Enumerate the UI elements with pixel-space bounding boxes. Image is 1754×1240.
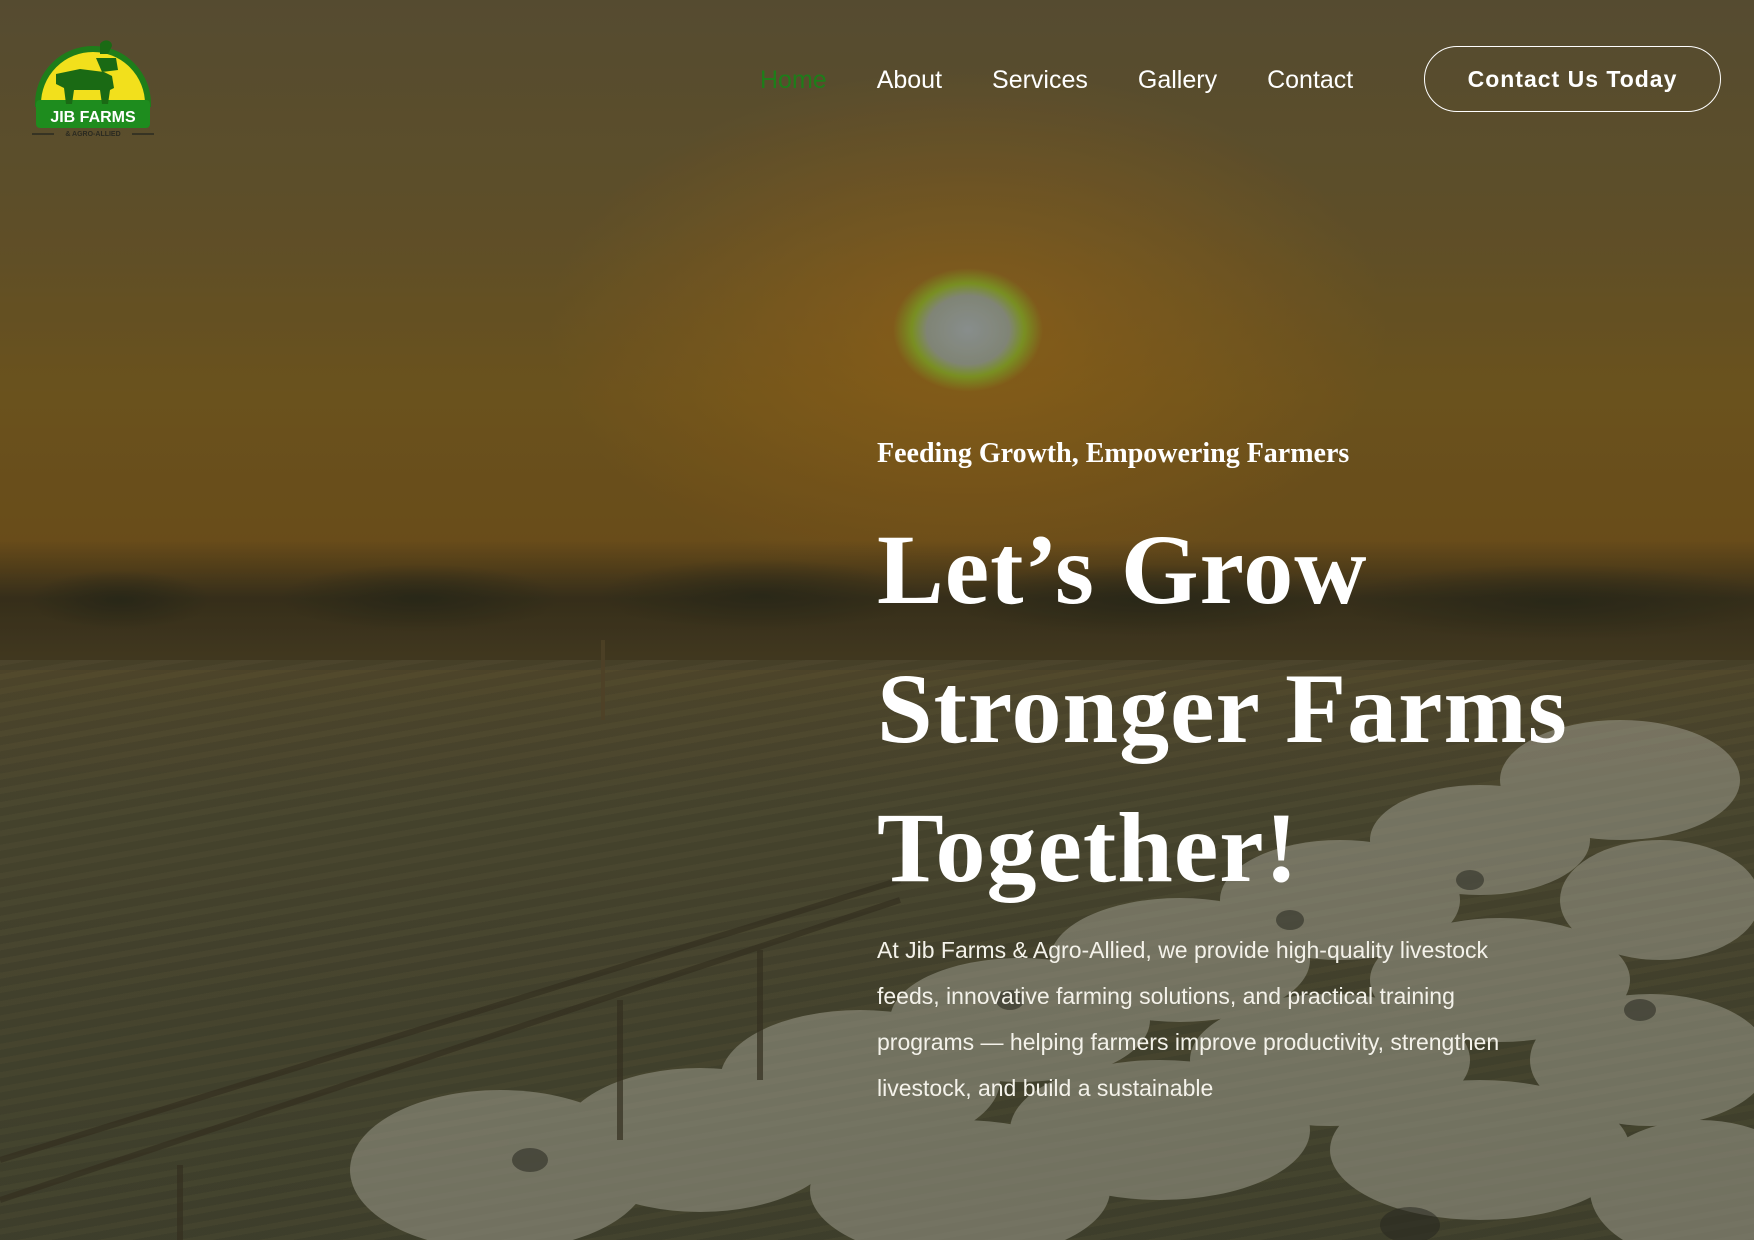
headline-line: Together! <box>877 792 1299 903</box>
hero-description: At Jib Farms & Agro-Allied, we provide h… <box>877 927 1577 1111</box>
nav-link-gallery[interactable]: Gallery <box>1138 62 1217 98</box>
nav-link-contact[interactable]: Contact <box>1267 62 1353 98</box>
description-line: livestock, and build a sustainable <box>877 1075 1214 1101</box>
description-line: feeds, innovative farming solutions, and… <box>877 983 1455 1009</box>
hero-headline: Let’s Grow Stronger Farms Together! <box>877 500 1637 917</box>
nav-link-home[interactable]: Home <box>760 62 827 98</box>
headline-line: Stronger Farms <box>877 653 1568 764</box>
logo-subtitle-text: & AGRO-ALLIED <box>65 131 120 138</box>
nav-link-services[interactable]: Services <box>992 62 1088 98</box>
headline-line: Let’s Grow <box>877 514 1368 625</box>
main-nav: Home About Services Gallery Contact <box>760 62 1353 98</box>
contact-us-today-button[interactable]: Contact Us Today <box>1424 46 1721 112</box>
description-line: programs — helping farmers improve produ… <box>877 1029 1500 1055</box>
jib-farms-logo[interactable]: JIB FARMS & AGRO-ALLIED <box>30 24 156 140</box>
site-header: JIB FARMS & AGRO-ALLIED Home About Servi… <box>0 0 1754 160</box>
hero-content: Feeding Growth, Empowering Farmers Let’s… <box>877 430 1637 1111</box>
description-line: At Jib Farms & Agro-Allied, we provide h… <box>877 937 1489 963</box>
hero-tagline: Feeding Growth, Empowering Farmers <box>877 438 1350 469</box>
logo-title-text: JIB FARMS <box>50 109 136 126</box>
nav-link-about[interactable]: About <box>877 62 942 98</box>
